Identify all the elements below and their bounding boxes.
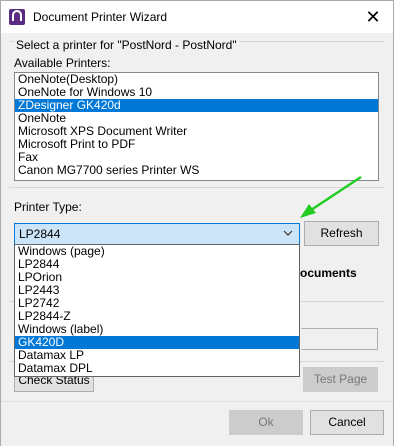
printer-type-select[interactable]: LP2844 [14,223,300,245]
printer-type-value: LP2844 [19,227,61,241]
close-icon: ✕ [365,6,381,27]
select-printer-label: Select a printer for "PostNord - PostNor… [14,38,239,52]
available-printers-list[interactable]: OneNote(Desktop) OneNote for Windows 10 … [14,72,379,181]
printer-list-item[interactable]: Canon MG7700 series Printer WS [15,164,378,177]
app-logo-icon [9,9,25,25]
refresh-button[interactable]: Refresh [304,221,379,246]
printer-type-label: Printer Type: [14,200,82,214]
printer-list-item[interactable]: Microsoft Print to PDF [15,138,378,151]
title-bar: Document Printer Wizard ✕ [1,1,393,33]
section-divider [9,187,385,188]
obscured-text-field[interactable] [301,328,378,350]
printer-wizard-window: Document Printer Wizard ✕ Select a print… [0,0,394,446]
cancel-button[interactable]: Cancel [310,410,384,435]
documents-heading-partial: ocuments [300,266,357,280]
dropdown-option[interactable]: Datamax DPL [15,362,299,375]
available-printers-label: Available Printers: [14,56,111,70]
window-title: Document Printer Wizard [33,10,168,24]
close-button[interactable]: ✕ [353,1,393,33]
chevron-down-icon[interactable] [282,226,294,243]
test-page-button[interactable]: Test Page [303,367,378,392]
printer-type-dropdown[interactable]: Windows (page) LP2844 LPOrion LP2443 LP2… [14,244,300,377]
ok-button[interactable]: Ok [229,410,303,435]
printer-list-item-selected[interactable]: ZDesigner GK420d [15,99,378,112]
